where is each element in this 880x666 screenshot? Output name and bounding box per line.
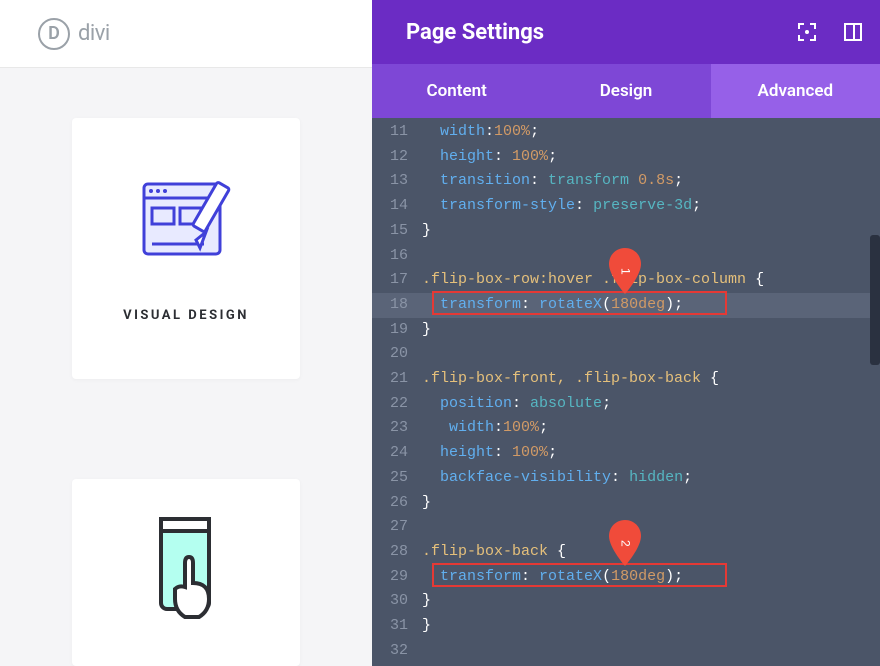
tab-design[interactable]: Design xyxy=(541,64,710,118)
logo-text: divi xyxy=(78,21,110,46)
panel-tabs: Content Design Advanced xyxy=(372,64,880,118)
touch-phone-icon xyxy=(141,513,231,633)
logo-mark: D xyxy=(38,18,70,50)
pencil-window-icon xyxy=(136,174,236,268)
code-editor[interactable]: 11 width:100%; 12 height: 100%; 13 trans… xyxy=(372,118,880,666)
card-visual-design[interactable]: VISUAL DESIGN xyxy=(72,118,300,379)
panel-title: Page Settings xyxy=(406,20,544,45)
panel-header: Page Settings xyxy=(372,0,880,64)
settings-panel: Page Settings Content Design Advanced 11… xyxy=(372,0,880,666)
card-touch[interactable] xyxy=(72,479,300,666)
topbar: D divi xyxy=(0,0,372,68)
tab-content[interactable]: Content xyxy=(372,64,541,118)
fullscreen-icon[interactable] xyxy=(798,23,816,41)
card-title: VISUAL DESIGN xyxy=(123,308,249,323)
preview-area: VISUAL DESIGN xyxy=(0,68,372,666)
layout-icon[interactable] xyxy=(844,23,862,41)
scrollbar[interactable] xyxy=(870,235,880,365)
tab-advanced[interactable]: Advanced xyxy=(711,64,880,118)
logo: D divi xyxy=(38,18,110,50)
